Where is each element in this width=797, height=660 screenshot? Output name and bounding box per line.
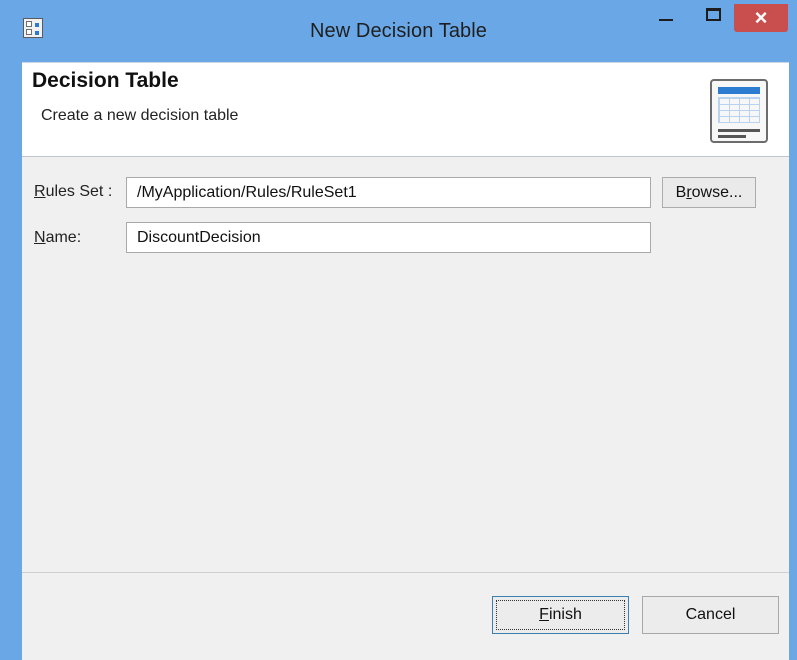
finish-button[interactable]: Finish <box>492 596 629 634</box>
wizard-header: Decision Table Create a new decision tab… <box>22 62 789 157</box>
rules-set-input[interactable]: /MyApplication/Rules/RuleSet1 <box>126 177 651 208</box>
maximize-button[interactable] <box>700 4 734 32</box>
rules-set-label: Rules Set : <box>34 183 113 200</box>
cancel-button[interactable]: Cancel <box>642 596 779 634</box>
form-area: Rules Set : /MyApplication/Rules/RuleSet… <box>22 157 789 573</box>
name-input[interactable]: DiscountDecision <box>126 222 651 253</box>
decision-table-icon <box>710 79 768 143</box>
title-bar[interactable]: New Decision Table × <box>0 0 797 62</box>
name-label: Name: <box>34 229 82 246</box>
minimize-button[interactable] <box>652 4 680 32</box>
close-button[interactable]: × <box>734 4 788 32</box>
page-title: Decision Table <box>32 69 179 92</box>
dialog-content: Decision Table Create a new decision tab… <box>0 62 797 660</box>
new-decision-table-window: New Decision Table × Decision Table Crea… <box>0 0 797 660</box>
browse-button[interactable]: Browse... <box>662 177 756 208</box>
close-icon: × <box>754 5 768 30</box>
button-bar: Finish Cancel <box>22 573 789 660</box>
page-description: Create a new decision table <box>41 107 239 124</box>
